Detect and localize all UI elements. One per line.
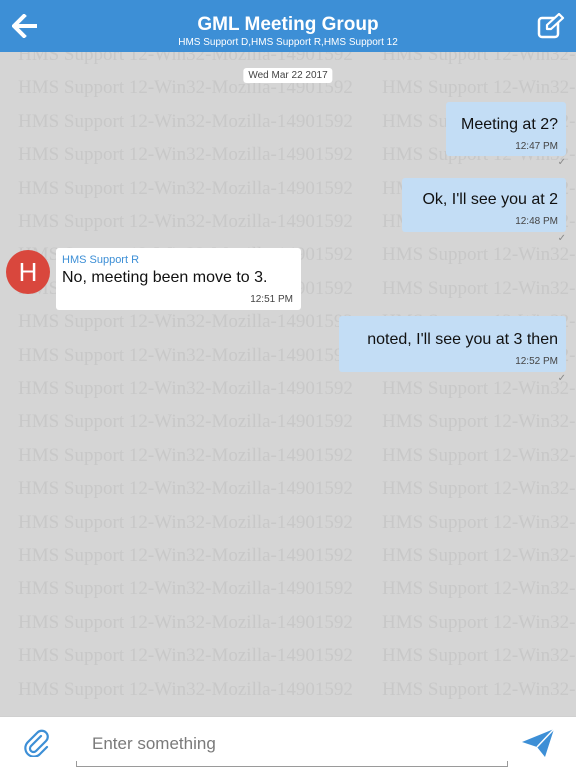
message-time: 12:48 PM: [515, 216, 558, 227]
group-members: HMS Support D,HMS Support R,HMS Support …: [178, 37, 398, 48]
delivered-check-icon: ✓: [557, 157, 566, 168]
message-composer: [0, 716, 576, 768]
back-button[interactable]: [8, 10, 42, 42]
delivered-check-icon: ✓: [557, 233, 566, 244]
compose-button[interactable]: [534, 10, 568, 42]
message-text: Meeting at 2?: [461, 116, 558, 133]
message-bubble-incoming[interactable]: HMS Support R No, meeting been move to 3…: [56, 248, 301, 310]
chat-header: GML Meeting Group HMS Support D,HMS Supp…: [0, 0, 576, 52]
send-button[interactable]: [518, 725, 558, 761]
message-time: 12:51 PM: [250, 294, 293, 305]
delivered-check-icon: ✓: [557, 373, 566, 384]
send-icon: [522, 728, 555, 757]
avatar[interactable]: H: [6, 250, 50, 294]
message-text: Ok, I'll see you at 2: [422, 191, 558, 208]
arrow-left-icon: [12, 14, 37, 38]
compose-icon: [537, 13, 565, 39]
message-time: 12:52 PM: [515, 356, 558, 367]
message-input[interactable]: [76, 727, 508, 761]
input-underline: [76, 761, 508, 767]
sender-name: HMS Support R: [62, 254, 140, 266]
message-text: noted, I'll see you at 3 then: [367, 331, 558, 348]
message-bubble-outgoing[interactable]: noted, I'll see you at 3 then 12:52 PM: [339, 316, 566, 372]
attach-button[interactable]: [20, 727, 54, 759]
message-time: 12:47 PM: [515, 141, 558, 152]
message-text: No, meeting been move to 3.: [62, 269, 268, 286]
message-bubble-outgoing[interactable]: Meeting at 2? 12:47 PM: [446, 102, 566, 156]
paperclip-icon: [24, 729, 49, 757]
group-title: GML Meeting Group: [197, 14, 379, 35]
message-list[interactable]: Wed Mar 22 2017 Meeting at 2? 12:47 PM ✓…: [0, 52, 576, 716]
message-bubble-outgoing[interactable]: Ok, I'll see you at 2 12:48 PM: [402, 178, 566, 232]
date-divider: Wed Mar 22 2017: [243, 68, 333, 83]
